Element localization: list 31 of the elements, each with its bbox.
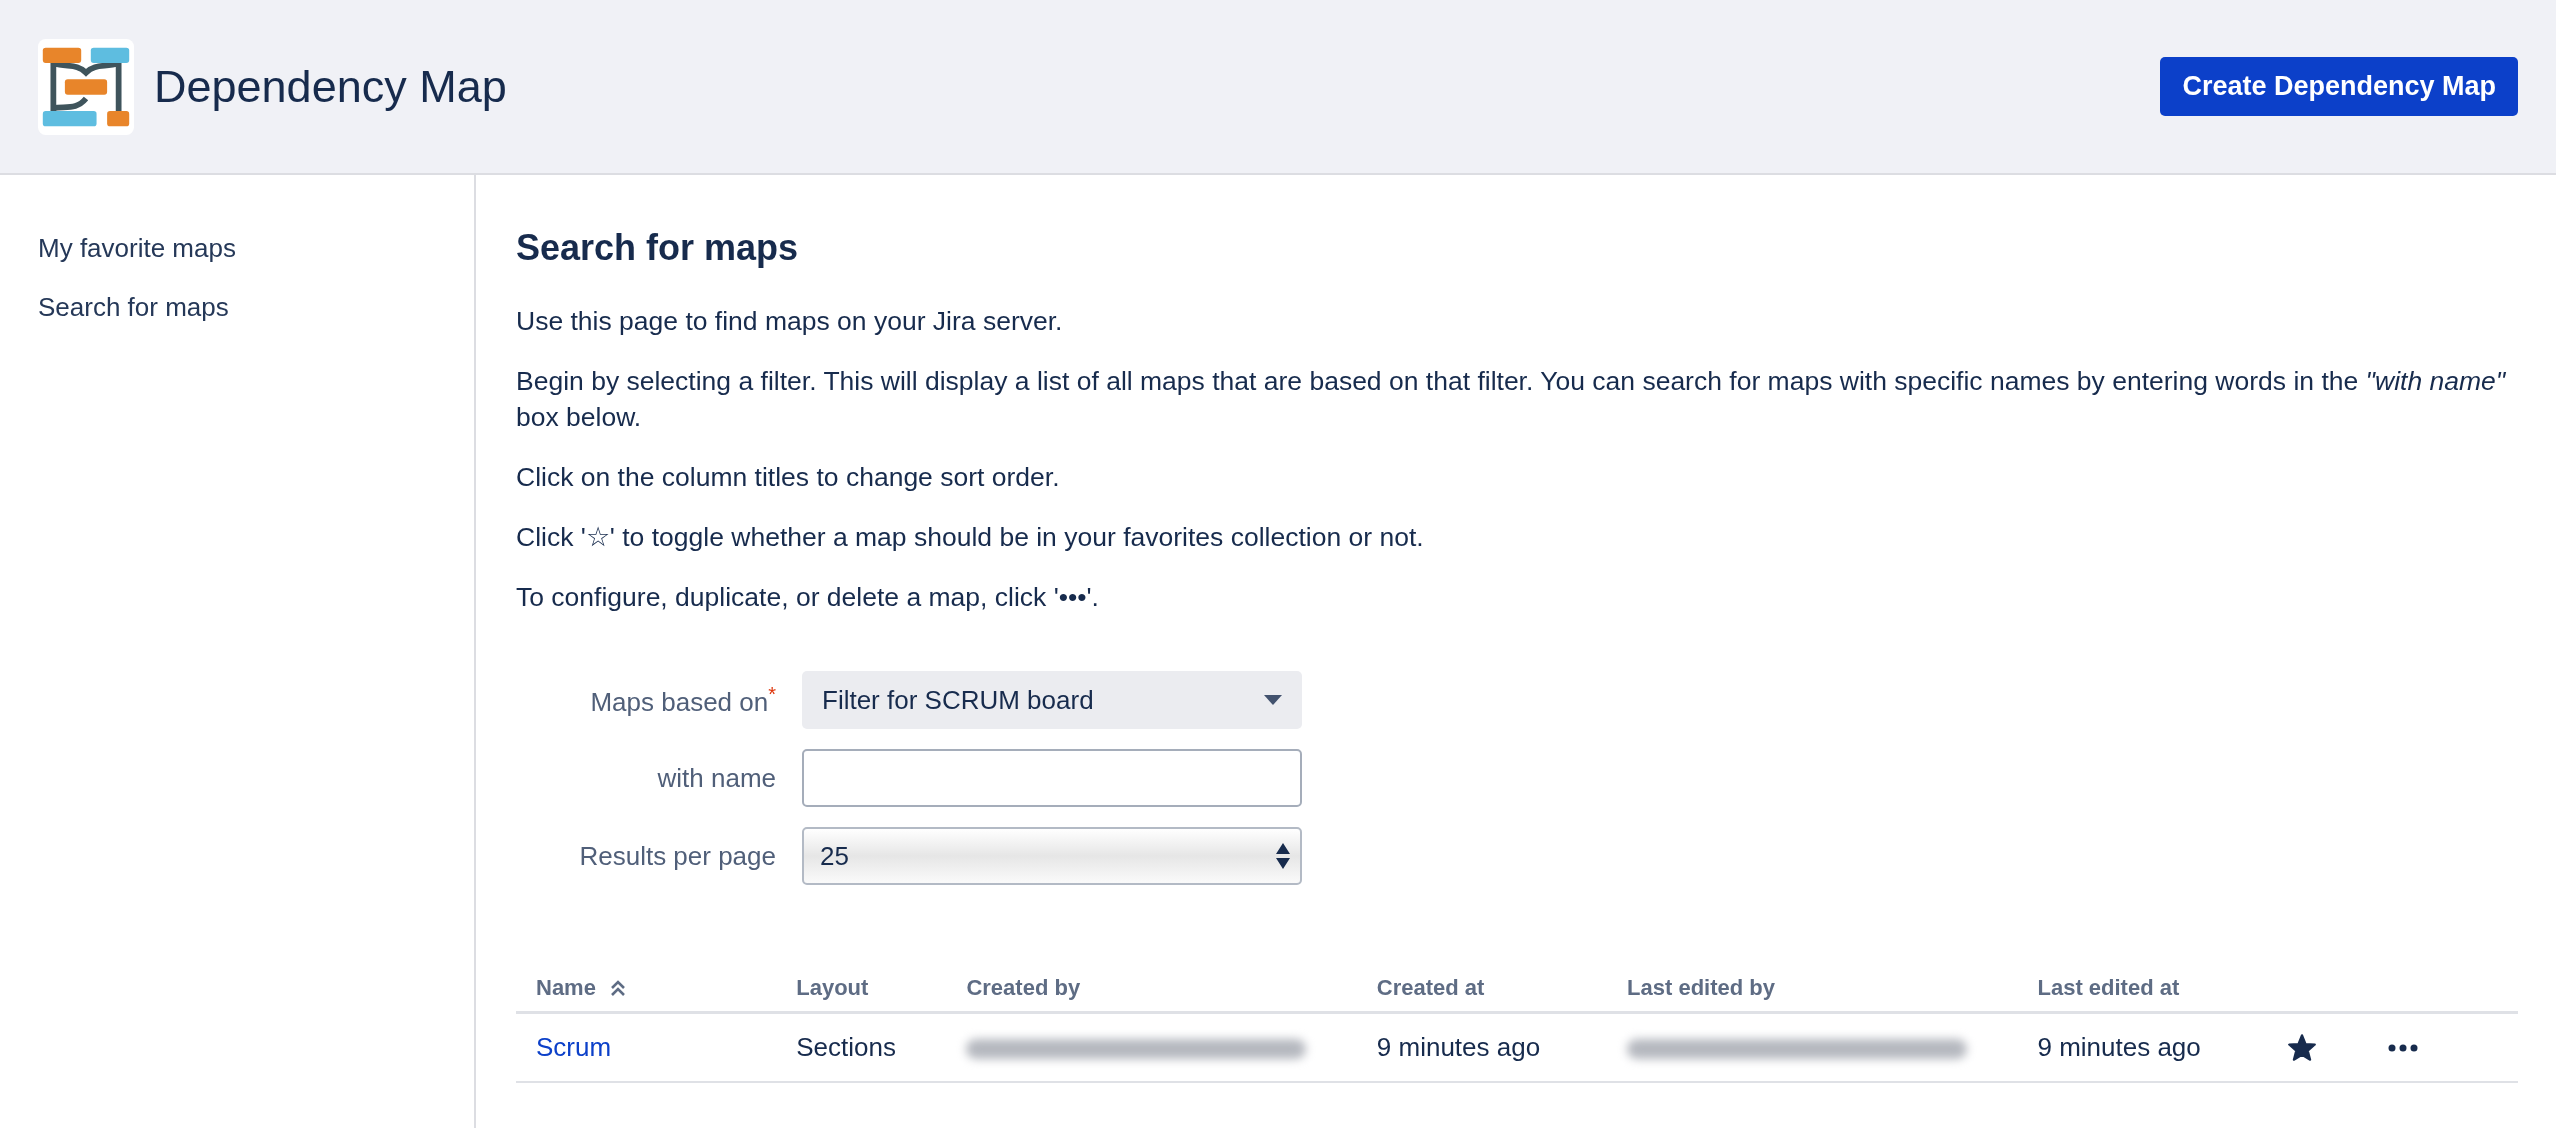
app-title: Dependency Map — [154, 60, 507, 113]
instruction-text: Use this page to find maps on your Jira server. — [516, 305, 1064, 338]
column-header[interactable]: Name — [536, 975, 626, 1001]
sidebar-link[interactable]: Search for maps — [38, 292, 229, 323]
field-label: Results per page — [578, 840, 776, 872]
star-icon[interactable] — [2287, 1034, 2316, 1061]
name-input-field[interactable] — [802, 749, 1302, 807]
table-cell: 9 minutes ago — [1376, 1032, 1541, 1062]
logo-icon — [38, 38, 134, 135]
instruction-text: Click on the column titles to change sort order. — [516, 461, 1061, 494]
sidebar-link[interactable]: My favorite maps — [38, 233, 236, 264]
field-label: with name — [656, 762, 776, 794]
results-select[interactable]: 25 — [802, 827, 1302, 885]
instruction-text: To configure, duplicate, or delete a map, click '•••'. — [516, 581, 1100, 614]
table-cell: Sections — [796, 1032, 896, 1062]
create-map-button[interactable]: Create Dependency Map — [2160, 57, 2518, 116]
table-cell: 9 minutes ago — [2037, 1032, 2201, 1062]
column-header[interactable]: Created by — [966, 975, 1081, 1001]
column-header[interactable]: Layout — [796, 975, 869, 1001]
field-label: Maps based on$^{*}$ — [589, 682, 776, 718]
column-header[interactable]: Last edited by — [1627, 975, 1775, 1001]
stepper-icon — [1276, 843, 1290, 869]
caret-icon — [1264, 695, 1282, 705]
column-header[interactable]: Created at — [1376, 975, 1485, 1001]
page-title: Search for maps — [516, 227, 800, 269]
instruction-text: Begin by selecting a filter. This will display a list of all maps that are based on that filter. You can search for maps with specific names by entering words in the "with name" box below. — [516, 365, 2506, 434]
column-header[interactable]: Last edited at — [2037, 975, 2180, 1001]
map-link[interactable]: Scrum — [536, 1032, 612, 1062]
filter-dropdown[interactable]: Filter for SCRUM board — [802, 671, 1302, 729]
instruction-text: Click '☆' to toggle whether a map should be in your favorites collection or not. — [516, 521, 1425, 554]
more-icon[interactable] — [2387, 1043, 2418, 1052]
